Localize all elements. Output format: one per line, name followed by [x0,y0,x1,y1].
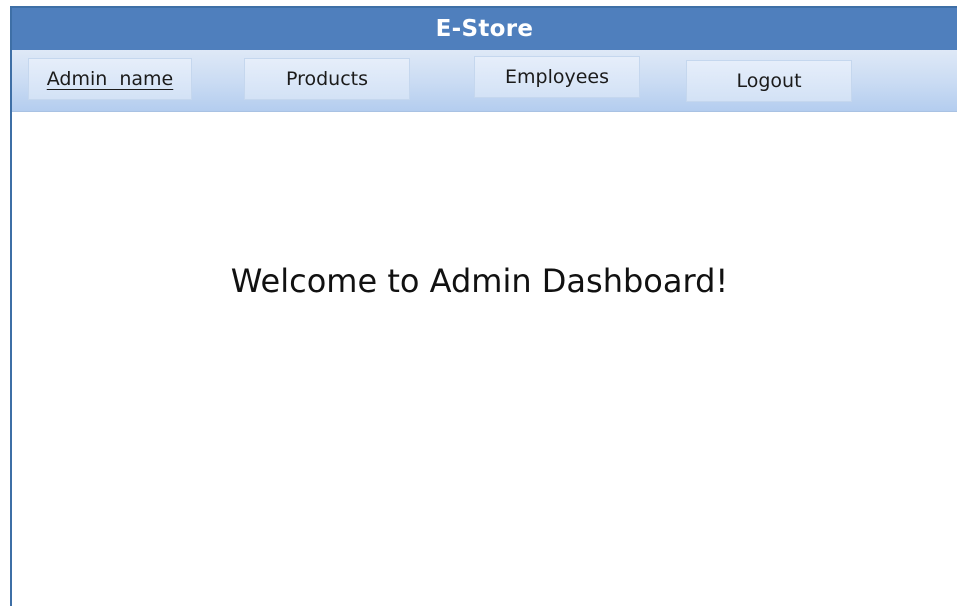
app-title-bar: E-Store [12,8,957,50]
employees-label: Employees [505,66,609,88]
nav-bar: Admin name Products Employees Logout [12,50,957,112]
admin-name-link[interactable]: Admin name [28,58,192,100]
products-button[interactable]: Products [244,58,410,100]
welcome-message: Welcome to Admin Dashboard! [230,262,729,300]
admin-name-label: Admin name [46,68,174,90]
products-label: Products [285,68,369,90]
logout-label: Logout [736,70,802,92]
main-content: Welcome to Admin Dashboard! [12,112,957,606]
logout-button[interactable]: Logout [686,60,852,102]
app-window: E-Store Admin name Products Employees Lo… [10,6,957,606]
app-title: E-Store [435,16,534,42]
employees-button[interactable]: Employees [474,56,640,98]
